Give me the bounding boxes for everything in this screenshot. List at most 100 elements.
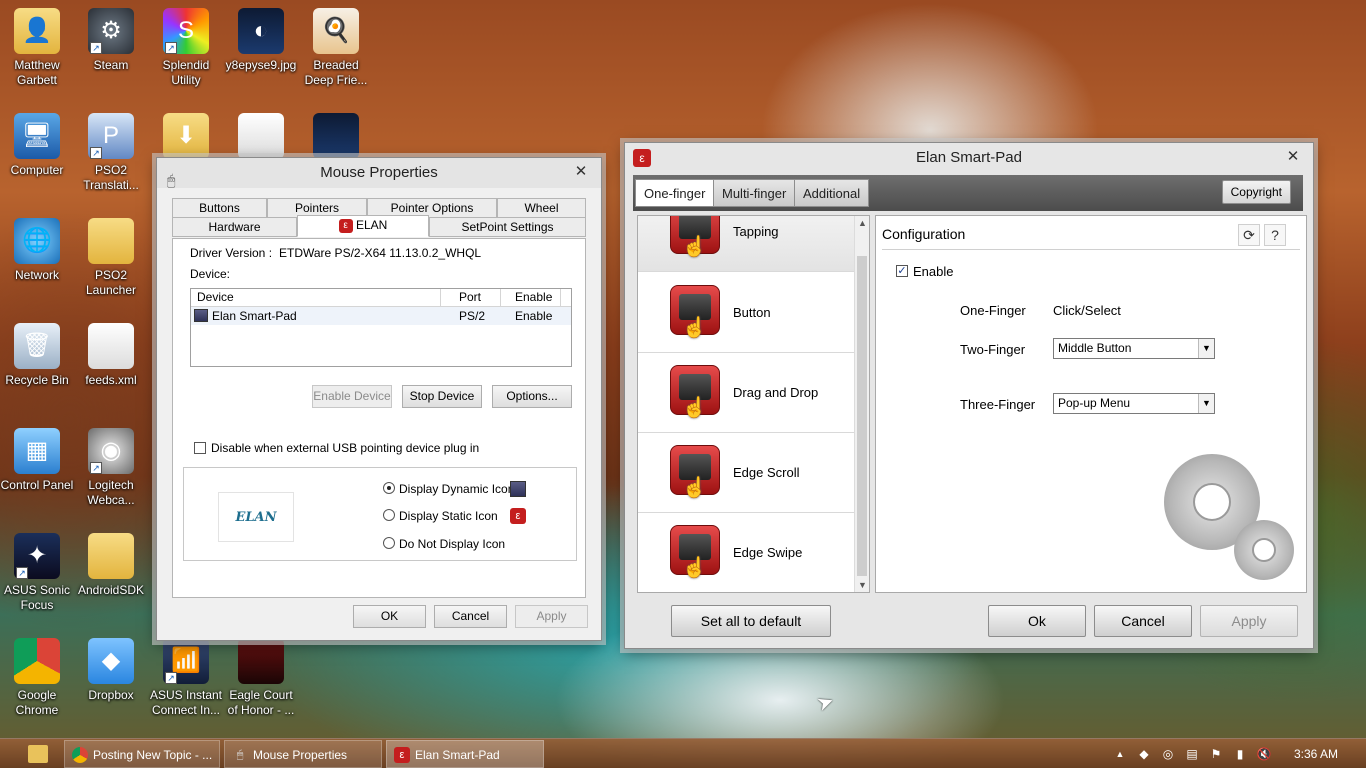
mouse-properties-titlebar[interactable]: 🖱 Mouse Properties ✕ (157, 158, 601, 188)
list-item-drag-and-drop[interactable]: ☝ Drag and Drop (638, 353, 854, 433)
desktop-icon-steam[interactable]: ⚙ ↗ Steam (74, 8, 148, 73)
tab-one-finger[interactable]: One-finger (635, 179, 715, 207)
stop-device-button[interactable]: Stop Device (402, 385, 482, 408)
tab-multi-finger[interactable]: Multi-finger (713, 179, 796, 207)
feature-list-scrollbar[interactable]: ▲ ▼ (854, 216, 869, 592)
hand-pointer-icon: ☝ (682, 317, 707, 339)
desktop-icon-dropbox[interactable]: ◆ Dropbox (74, 638, 148, 703)
list-item-edge-scroll[interactable]: ☝ Edge Scroll (638, 433, 854, 513)
elan-tab-bar: One-finger Multi-finger Additional Copyr… (633, 175, 1303, 211)
taskbar-button-label: Mouse Properties (253, 748, 348, 762)
desktop-icon-google-chrome[interactable]: Google Chrome (0, 638, 74, 718)
desktop-icon-asus-instant-connect[interactable]: 📶 ↗ ASUS Instant Connect In... (149, 638, 223, 718)
network-tray-icon[interactable]: ▤ (1184, 746, 1200, 762)
taskbar: Posting New Topic - ... 🖱 Mouse Properti… (0, 738, 1366, 768)
copyright-button[interactable]: Copyright (1221, 180, 1291, 204)
chevron-down-icon[interactable]: ▼ (1198, 339, 1214, 358)
set-all-default-button[interactable]: Set all to default (671, 605, 831, 637)
tab-elan[interactable]: ε ELAN (297, 215, 429, 237)
desktop-icon-logitech-webcam[interactable]: ◉ ↗ Logitech Webca... (74, 428, 148, 508)
scrollbar-thumb[interactable] (857, 256, 867, 576)
list-item-label: Tapping (733, 224, 779, 239)
device-enable-cell: Enable (515, 309, 553, 323)
device-label: Device: (190, 267, 231, 281)
refresh-icon[interactable]: ⟳ (1238, 224, 1260, 246)
radio-static-icon[interactable] (383, 509, 395, 521)
desktop-icon-androidsdk[interactable]: AndroidSDK (74, 533, 148, 598)
column-device[interactable]: Device (191, 289, 441, 307)
volume-muted-icon[interactable]: 🔇 (1256, 746, 1272, 762)
three-finger-select[interactable]: Pop-up Menu ▼ (1053, 393, 1215, 414)
desktop-icon-control-panel[interactable]: ▦ Control Panel (0, 428, 74, 493)
radio-no-icon[interactable] (383, 537, 395, 549)
taskbar-button-elan[interactable]: ε Elan Smart-Pad (386, 740, 544, 768)
desktop-icon-recycle-bin[interactable]: 🗑 Recycle Bin (0, 323, 74, 388)
file-explorer-icon[interactable] (28, 745, 48, 763)
chrome-icon (72, 747, 88, 763)
tab-hardware[interactable]: Hardware (172, 217, 297, 237)
desktop-icon-splendid-utility[interactable]: S ↗ Splendid Utility (149, 8, 223, 88)
hand-pointer-icon: ☝ (682, 397, 707, 419)
desktop-icon-asus-sonic-focus[interactable]: ✦ ↗ ASUS Sonic Focus (0, 533, 74, 613)
battery-icon[interactable]: ▮ (1232, 746, 1248, 762)
two-finger-select[interactable]: Middle Button ▼ (1053, 338, 1215, 359)
list-item-label: Drag and Drop (733, 385, 819, 400)
table-row[interactable]: Elan Smart-Pad PS/2 Enable (191, 307, 571, 325)
apply-button[interactable]: Apply (515, 605, 588, 628)
desktop-icon-breaded[interactable]: 🍳 Breaded Deep Frie... (299, 8, 373, 88)
close-button[interactable]: ✕ (1279, 147, 1307, 167)
list-item-button[interactable]: ☝ Button (638, 273, 854, 353)
taskbar-clock[interactable]: 3:36 AM (1294, 739, 1338, 768)
column-enable[interactable]: Enable (501, 289, 561, 307)
help-icon[interactable]: ? (1264, 224, 1286, 246)
desktop-icon-download-folder[interactable]: ⬇ (149, 113, 223, 163)
desktop-icon-computer[interactable]: 🖥 Computer (0, 113, 74, 178)
desktop-icon-label: Control Panel (0, 478, 74, 492)
desktop-icon-matthew-garbett[interactable]: 👤 Matthew Garbett (0, 8, 74, 88)
scroll-down-arrow-icon[interactable]: ▼ (855, 578, 869, 592)
list-item-label: Edge Scroll (733, 465, 800, 480)
list-item-edge-swipe[interactable]: ☝ Edge Swipe (638, 513, 854, 592)
taskbar-button-chrome[interactable]: Posting New Topic - ... (64, 740, 220, 768)
taskbar-button-mouse-properties[interactable]: 🖱 Mouse Properties (224, 740, 382, 768)
desktop-icon-feeds-xml[interactable]: feeds.xml (74, 323, 148, 388)
enable-checkbox[interactable]: ✓ (896, 265, 908, 277)
elan-smartpad-titlebar[interactable]: ε Elan Smart-Pad ✕ (625, 143, 1313, 173)
desktop-icon-network[interactable]: 🌐 Network (0, 218, 74, 283)
recycle-bin-icon: 🗑 (14, 323, 60, 369)
desktop-icon-image-file[interactable] (224, 113, 298, 163)
ok-button[interactable]: Ok (988, 605, 1086, 637)
cancel-button[interactable]: Cancel (434, 605, 507, 628)
tab-wheel[interactable]: Wheel (497, 198, 586, 218)
desktop-icon-y8epyse9[interactable]: ◐ y8epyse9.jpg (224, 8, 298, 73)
disable-usb-label: Disable when external USB pointing devic… (211, 441, 480, 455)
chevron-down-icon[interactable]: ▼ (1198, 394, 1214, 413)
desktop-icon-pso2-translation[interactable]: P ↗ PSO2 Translati... (74, 113, 148, 193)
action-center-icon[interactable]: ⚑ (1208, 746, 1224, 762)
desktop-icon-pso2-launcher[interactable]: PSO2 Launcher (74, 218, 148, 298)
feature-list[interactable]: ☝ Tapping ☝ Button ☝ Drag and Drop ☝ Edg… (637, 215, 870, 593)
show-hidden-icons-icon[interactable]: ▲ (1112, 746, 1128, 762)
column-port[interactable]: Port (441, 289, 501, 307)
dropbox-tray-icon[interactable]: ◆ (1136, 746, 1152, 762)
apply-button[interactable]: Apply (1200, 605, 1298, 637)
computer-icon: 🖥 (14, 113, 60, 159)
tab-additional[interactable]: Additional (794, 179, 870, 207)
scroll-up-arrow-icon[interactable]: ▲ (855, 216, 869, 230)
tab-buttons[interactable]: Buttons (172, 198, 267, 218)
ok-button[interactable]: OK (353, 605, 426, 628)
radio-dynamic-icon[interactable] (383, 482, 395, 494)
hand-pointer-icon: ☝ (682, 477, 707, 499)
cancel-button[interactable]: Cancel (1094, 605, 1192, 637)
options-button[interactable]: Options... (492, 385, 572, 408)
disable-usb-checkbox[interactable] (194, 442, 206, 454)
hand-pointer-icon: ☝ (682, 236, 707, 258)
device-list[interactable]: Device Port Enable Elan Smart-Pad PS/2 E… (190, 288, 572, 367)
close-button[interactable]: ✕ (567, 162, 595, 182)
list-item-tapping[interactable]: ☝ Tapping (638, 216, 854, 272)
tab-setpoint-settings[interactable]: SetPoint Settings (429, 217, 586, 237)
chrome-tray-icon[interactable]: ◎ (1160, 746, 1176, 762)
desktop-icon-eagle-court[interactable]: Eagle Court of Honor - ... (224, 638, 298, 718)
desktop-icon-video-file[interactable] (299, 113, 373, 163)
enable-device-button[interactable]: Enable Device (312, 385, 392, 408)
